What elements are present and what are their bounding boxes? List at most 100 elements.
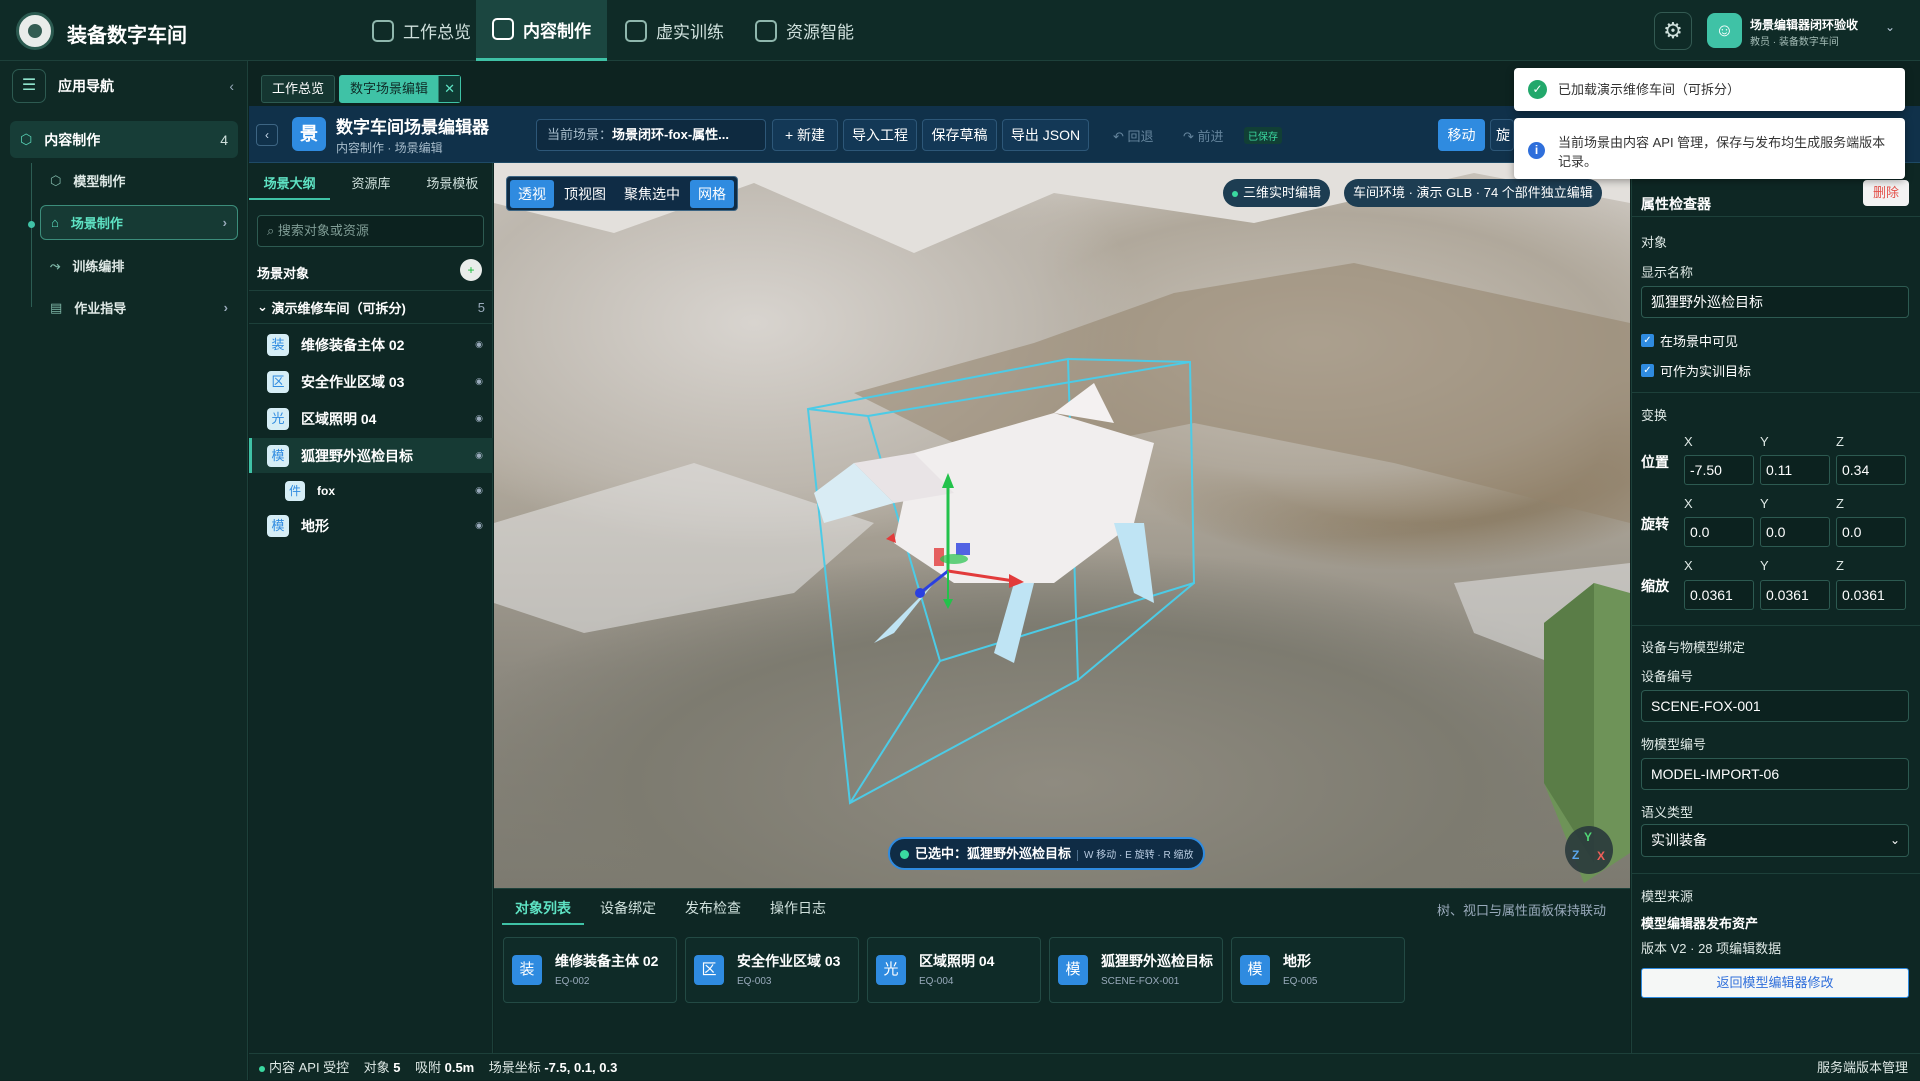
axis-y-label: Y [1584, 830, 1593, 844]
current-scene-select[interactable]: 当前场景：场景闭环-fox-属性... [536, 119, 766, 151]
visibility-icon[interactable]: ◉ [475, 413, 483, 424]
training-target-checkbox[interactable]: ✓ 可作为实训目标 [1641, 361, 1751, 380]
menu-icon[interactable]: ☰ [12, 69, 46, 103]
model-id-field[interactable]: MODEL-IMPORT-06 [1641, 758, 1909, 790]
position-x-input[interactable]: -7.50 [1684, 455, 1754, 485]
object-card[interactable]: 模狐狸野外巡检目标 SCENE-FOX-001 [1049, 937, 1223, 1003]
object-card[interactable]: 区安全作业区域 03 EQ-003 [685, 937, 859, 1003]
checkbox-checked-icon: ✓ [1641, 334, 1654, 347]
delete-button[interactable]: 删除 [1863, 180, 1909, 206]
snap-value: 0.5m [444, 1060, 475, 1075]
list-item[interactable]: 光区域照明 04 ◉ [249, 401, 493, 436]
semantic-type-select[interactable]: 实训装备 ⌄ [1641, 824, 1909, 857]
target-label: 可作为实训目标 [1660, 364, 1752, 379]
import-button[interactable]: 导入工程 [843, 119, 917, 151]
top-view-button[interactable]: 顶视图 [556, 180, 614, 208]
tab-object-list[interactable]: 对象列表 [502, 892, 584, 925]
editor-subtitle: 内容制作 · 场景编辑 [336, 141, 443, 155]
add-object-button[interactable]: + [460, 259, 482, 281]
list-item[interactable]: 区安全作业区域 03 ◉ [249, 364, 493, 399]
tab-assets[interactable]: 资源库 [330, 168, 411, 200]
new-button[interactable]: + 新建 [772, 119, 838, 151]
visibility-icon[interactable]: ◉ [475, 520, 483, 531]
object-label: 狐狸野外巡检目标 [301, 447, 413, 464]
sidebar-item-model[interactable]: ⬡ 模型制作 [40, 163, 238, 198]
back-button[interactable]: ‹ [256, 124, 278, 146]
sidebar-item-scene[interactable]: ⌂ 场景制作 › [40, 205, 238, 240]
tab-overview[interactable]: 工作总览 [261, 75, 336, 103]
visibility-icon[interactable]: ◉ [475, 450, 483, 461]
visibility-icon[interactable]: ◉ [475, 485, 483, 496]
tab-templates[interactable]: 场景模板 [412, 168, 493, 200]
display-name-field[interactable]: 狐狸野外巡检目标 [1641, 286, 1909, 318]
undo-button[interactable]: ↶ 回退 [1113, 126, 1154, 145]
collapse-chevron-icon[interactable]: ‹ [229, 78, 234, 94]
rotate-mode-button[interactable]: 旋转 [1490, 119, 1514, 151]
sidebar-item-training[interactable]: ⤳ 训练编排 [40, 248, 238, 283]
axis-orientation-widget[interactable]: Y Z X [1565, 826, 1613, 874]
device-id-field[interactable]: SCENE-FOX-001 [1641, 690, 1909, 722]
object-card[interactable]: 装维修装备主体 02 EQ-002 [503, 937, 677, 1003]
focus-selected-button[interactable]: 聚焦选中 [616, 180, 688, 208]
device-id-label: 设备编号 [1641, 669, 1694, 684]
topnav-overview[interactable]: 工作总览 [356, 0, 487, 61]
scale-x-input[interactable]: 0.0361 [1684, 580, 1754, 610]
tab-outline[interactable]: 场景大纲 [249, 168, 331, 200]
rotation-z-input[interactable]: 0.0 [1836, 517, 1906, 547]
topnav-resource[interactable]: 资源智能 [739, 0, 870, 61]
save-draft-button[interactable]: 保存草稿 [922, 119, 997, 151]
tab-scene-editor[interactable]: 数字场景编辑 ✕ [339, 75, 462, 103]
list-item[interactable]: 装维修装备主体 02 ◉ [249, 327, 493, 362]
perspective-button[interactable]: 透视 [510, 179, 554, 208]
list-item-selected[interactable]: 模狐狸野外巡检目标 ◉ [249, 438, 493, 473]
visible-checkbox[interactable]: ✓ 在场景中可见 [1641, 331, 1738, 350]
snap-label: 吸附 [414, 1060, 441, 1075]
scene-group[interactable]: ⌄ 演示维修车间（可拆分) 5 [249, 290, 493, 324]
3d-viewport[interactable]: Y Z X [494, 163, 1630, 888]
position-y-input[interactable]: 0.11 [1760, 455, 1830, 485]
scale-y-input[interactable]: 0.0361 [1760, 580, 1830, 610]
sidebar-item-guide[interactable]: ▤ 作业指导 › [40, 290, 238, 325]
tab-device-binding[interactable]: 设备绑定 [587, 892, 669, 925]
rotation-x-input[interactable]: 0.0 [1684, 517, 1754, 547]
saved-badge: 已保存 [1244, 127, 1282, 144]
search-input[interactable]: ⌕ 搜索对象或资源 [257, 215, 484, 247]
binding-section-label: 设备与物模型绑定 [1641, 640, 1746, 655]
close-icon[interactable]: ✕ [438, 76, 461, 102]
back-to-model-editor-button[interactable]: 返回模型编辑器修改 [1641, 968, 1909, 998]
object-card[interactable]: 光区域照明 04 EQ-004 [867, 937, 1041, 1003]
list-item-child[interactable]: 件 fox ◉ [249, 473, 493, 508]
grid-toggle-button[interactable]: 网格 [690, 179, 734, 208]
visibility-icon[interactable]: ◉ [475, 376, 483, 387]
list-item[interactable]: 模地形 ◉ [249, 508, 493, 543]
chevron-down-icon[interactable]: ⌄ [1885, 20, 1895, 34]
app-logo [16, 12, 54, 50]
object-card[interactable]: 模地形 EQ-005 [1231, 937, 1405, 1003]
tab-operation-log[interactable]: 操作日志 [757, 892, 839, 925]
chevron-down-icon: ⌄ [1889, 833, 1900, 847]
scale-z-input[interactable]: 0.0361 [1836, 580, 1906, 610]
export-json-button[interactable]: 导出 JSON [1002, 119, 1089, 151]
move-mode-button[interactable]: 移动 [1438, 119, 1485, 151]
current-scene-label: 当前场景： [547, 127, 613, 142]
axis-x-label: X [1597, 849, 1606, 863]
position-z-input[interactable]: 0.34 [1836, 455, 1906, 485]
model-id-label: 物模型编号 [1641, 737, 1707, 752]
redo-button[interactable]: ↷ 前进 [1183, 126, 1224, 145]
user-avatar[interactable]: ☺ [1707, 13, 1742, 48]
sidebar-section-content[interactable]: ⬡ 内容制作 4 [10, 121, 238, 158]
doc-icon: ▤ [50, 299, 63, 315]
object-label: fox [317, 483, 335, 498]
visibility-icon[interactable]: ◉ [475, 339, 483, 350]
editor-title: 数字车间场景编辑器 [336, 118, 489, 137]
topnav-content[interactable]: 内容制作 [476, 0, 607, 61]
divider [1631, 873, 1920, 874]
tab-publish-check[interactable]: 发布检查 [672, 892, 754, 925]
settings-gear-icon[interactable]: ⚙ [1654, 12, 1692, 50]
rotation-y-input[interactable]: 0.0 [1760, 517, 1830, 547]
left-panel-tabs: 场景大纲 资源库 场景模板 [249, 168, 493, 200]
tab-label: 数字场景编辑 [350, 81, 429, 96]
object-badge: 模 [267, 514, 289, 537]
topnav-training[interactable]: 虚实训练 [609, 0, 740, 61]
display-name-label: 显示名称 [1641, 265, 1694, 280]
